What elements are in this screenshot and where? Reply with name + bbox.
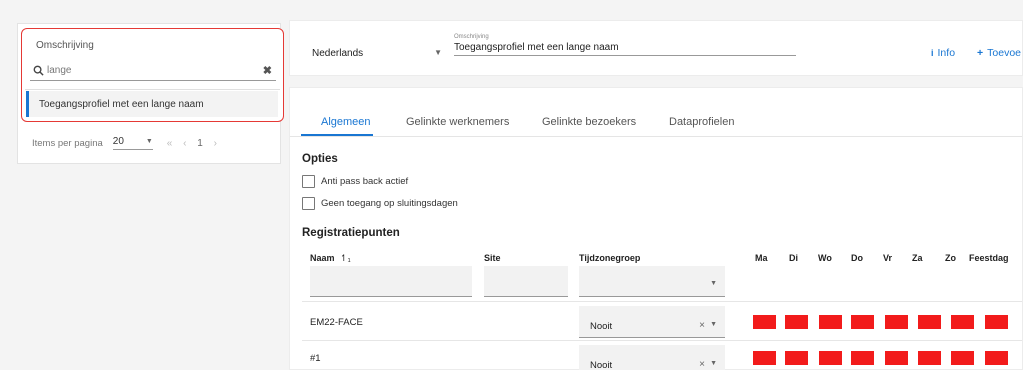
name-filter-input[interactable]: [310, 266, 472, 297]
pagination: Items per pagina 20 ▼ « ‹ 1 ›: [32, 132, 272, 154]
first-page-button[interactable]: «: [167, 138, 174, 149]
day-toggle-za[interactable]: [918, 351, 941, 365]
items-per-page-label: Items per pagina: [32, 137, 103, 149]
row-divider: [302, 340, 1022, 341]
chevron-down-icon: ▼: [434, 48, 442, 57]
chevron-down-icon: ▼: [145, 138, 153, 145]
current-page: 1: [197, 137, 204, 149]
column-day-za: Za: [912, 253, 923, 263]
timezone-filter-select[interactable]: ▼: [579, 266, 725, 297]
registration-points-title: Registratiepunten: [302, 227, 400, 239]
list-header: Omschrijving: [36, 40, 94, 51]
next-page-button[interactable]: ›: [214, 138, 218, 149]
column-name-label: Naam: [310, 253, 335, 263]
day-toggle-feestdag[interactable]: [985, 315, 1008, 329]
day-toggle-wo[interactable]: [819, 351, 842, 365]
info-icon: i: [931, 48, 934, 58]
profile-detail-card: Algemeen Gelinkte werknemers Gelinkte be…: [289, 87, 1023, 370]
column-day-feestdag: Feestdag: [969, 253, 1009, 263]
page-navigation: « ‹ 1 ›: [167, 138, 224, 149]
column-day-do: Do: [851, 253, 863, 263]
day-toggle-ma[interactable]: [753, 351, 776, 365]
sort-asc-icon[interactable]: ↿₁: [340, 253, 351, 263]
day-toggle-vr[interactable]: [885, 315, 908, 329]
add-button[interactable]: + Toevoe: [977, 47, 1021, 59]
option-closing-days[interactable]: Geen toegang op sluitingsdagen: [302, 197, 458, 210]
timezone-select[interactable]: Nooit × ▼: [579, 345, 725, 370]
column-name[interactable]: Naam ↿₁: [310, 253, 351, 264]
column-site: Site: [484, 253, 501, 263]
list-divider: [25, 89, 280, 90]
day-toggle-zo[interactable]: [951, 351, 974, 365]
row-divider: [302, 301, 1022, 302]
search-input[interactable]: lange ✖: [30, 61, 276, 81]
chevron-down-icon: ▼: [710, 321, 717, 328]
site-filter-input[interactable]: [484, 266, 568, 297]
search-value[interactable]: lange: [47, 65, 263, 76]
day-toggle-di[interactable]: [785, 351, 808, 365]
day-toggle-do[interactable]: [851, 315, 874, 329]
day-toggle-do[interactable]: [851, 351, 874, 365]
info-button[interactable]: i Info: [931, 47, 955, 59]
chevron-down-icon: ▼: [710, 360, 717, 367]
profile-header: Nederlands ▼ Omschrijving Toegangsprofie…: [289, 20, 1023, 76]
profile-list: Omschrijving lange ✖ Toegangsprofiel met…: [21, 28, 284, 122]
search-icon: [33, 65, 45, 77]
plus-icon: +: [977, 47, 984, 59]
column-timezone-group: Tijdzonegroep: [579, 253, 641, 263]
column-day-ma: Ma: [755, 253, 768, 263]
column-day-vr: Vr: [883, 253, 893, 263]
tab-gelinkte-bezoekers[interactable]: Gelinkte bezoekers: [542, 116, 636, 128]
row-name: #1: [310, 353, 321, 364]
clear-icon[interactable]: ×: [699, 320, 705, 331]
options-title: Opties: [302, 153, 338, 165]
description-label: Omschrijving: [454, 34, 489, 40]
day-toggle-feestdag[interactable]: [985, 351, 1008, 365]
prev-page-button[interactable]: ‹: [183, 138, 187, 149]
timezone-value: Nooit: [590, 360, 613, 370]
anti-pass-back-checkbox[interactable]: [302, 175, 315, 188]
chevron-down-icon: ▼: [710, 280, 717, 287]
day-toggle-ma[interactable]: [753, 315, 776, 329]
column-day-zo: Zo: [945, 253, 956, 263]
info-label: Info: [937, 47, 956, 59]
list-item[interactable]: Toegangsprofiel met een lange naam: [26, 91, 278, 117]
language-select[interactable]: Nederlands ▼: [312, 48, 442, 59]
column-day-wo: Wo: [818, 253, 832, 263]
tab-gelinkte-werknemers[interactable]: Gelinkte werknemers: [406, 116, 509, 128]
add-label: Toevoe: [987, 47, 1021, 59]
checkbox-label: Anti pass back actief: [321, 176, 409, 187]
day-toggle-vr[interactable]: [885, 351, 908, 365]
day-toggle-za[interactable]: [918, 315, 941, 329]
option-anti-pass-back[interactable]: Anti pass back actief: [302, 175, 408, 188]
tabs-divider: [290, 136, 1022, 137]
timezone-select[interactable]: Nooit × ▼: [579, 306, 725, 338]
profile-list-panel: Omschrijving lange ✖ Toegangsprofiel met…: [17, 23, 284, 164]
day-toggle-zo[interactable]: [951, 315, 974, 329]
items-per-page-value: 20: [112, 136, 124, 147]
day-toggle-wo[interactable]: [819, 315, 842, 329]
tab-algemeen[interactable]: Algemeen: [321, 116, 371, 128]
clear-icon[interactable]: ×: [699, 359, 705, 370]
checkbox-label: Geen toegang op sluitingsdagen: [321, 198, 458, 209]
row-name: EM22-FACE: [310, 317, 363, 328]
description-value[interactable]: Toegangsprofiel met een lange naam: [454, 42, 796, 53]
tab-dataprofielen[interactable]: Dataprofielen: [669, 116, 734, 128]
closing-days-checkbox[interactable]: [302, 197, 315, 210]
language-value: Nederlands: [312, 48, 364, 59]
items-per-page-select[interactable]: 20 ▼: [112, 136, 153, 150]
description-field[interactable]: Omschrijving Toegangsprofiel met een lan…: [454, 34, 796, 56]
timezone-value: Nooit: [590, 321, 613, 332]
clear-search-icon[interactable]: ✖: [263, 64, 272, 77]
day-toggle-di[interactable]: [785, 315, 808, 329]
column-day-di: Di: [789, 253, 798, 263]
